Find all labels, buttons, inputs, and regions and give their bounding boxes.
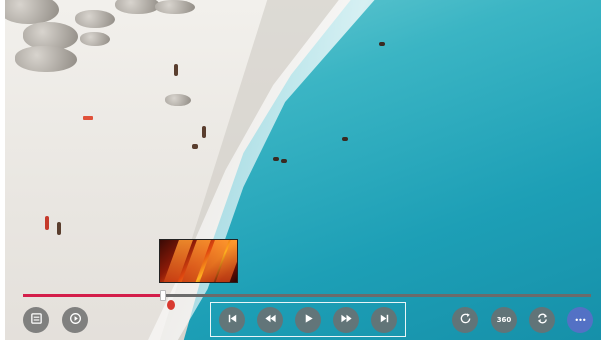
towel (83, 116, 93, 120)
more-button[interactable]: ••• (567, 307, 593, 333)
rocks (5, 0, 235, 110)
skip-previous-button[interactable] (219, 307, 245, 333)
beachgoer (202, 126, 206, 138)
skip-next-button[interactable] (371, 307, 397, 333)
list-icon (30, 312, 43, 328)
swimmer (273, 157, 279, 161)
vr-360-icon: 360 (496, 315, 512, 324)
fast-forward-button[interactable] (333, 307, 359, 333)
play-icon (302, 312, 315, 328)
beachgoer (45, 216, 49, 230)
repeat-button[interactable] (529, 307, 555, 333)
seek-bar-played (23, 294, 164, 297)
beachgoer (57, 222, 61, 235)
seek-bar[interactable] (23, 290, 591, 301)
play-button[interactable] (295, 307, 321, 333)
beachgoer (174, 64, 178, 76)
skip-next-icon (378, 312, 391, 328)
towel (167, 300, 175, 310)
swimmer (379, 42, 385, 46)
repeat-icon (536, 312, 549, 328)
playlist-button[interactable] (23, 307, 49, 333)
speed-button[interactable] (62, 307, 88, 333)
seek-handle[interactable] (160, 290, 167, 301)
vr-360-label: 360 (496, 315, 512, 324)
vr-360-button[interactable]: 360 (491, 307, 517, 333)
video-frame (5, 0, 601, 340)
beachgoer (192, 144, 198, 149)
speed-dial-icon (69, 312, 82, 328)
rotate-button[interactable] (452, 307, 478, 333)
video-player[interactable]: 360 ••• (5, 0, 601, 340)
rewind-icon (264, 312, 277, 328)
swimmer (342, 137, 348, 141)
swimmer (281, 159, 287, 163)
rewind-button[interactable] (257, 307, 283, 333)
rotate-icon (459, 312, 472, 328)
skip-previous-icon (226, 312, 239, 328)
fast-forward-icon (340, 312, 353, 328)
more-icon: ••• (574, 315, 586, 325)
seek-preview-thumbnail (159, 239, 238, 283)
